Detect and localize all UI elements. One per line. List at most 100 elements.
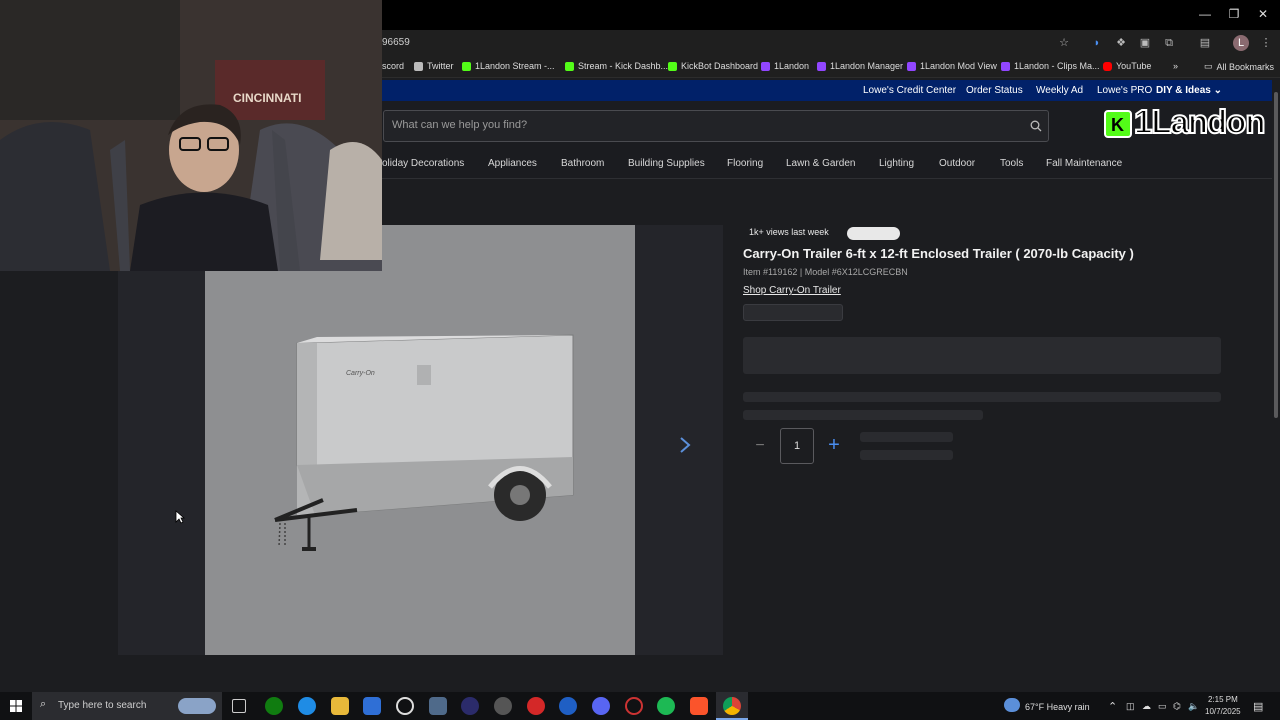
bookmark-item[interactable]: KickBot Dashboard — [668, 61, 758, 71]
side-panel-icon[interactable]: ▤ — [1197, 35, 1213, 51]
extension-icon[interactable]: ◗ — [1089, 35, 1105, 51]
bookmark-item[interactable]: 1Landon Stream -... — [462, 61, 555, 71]
bookmark-item[interactable]: 1Landon — [761, 61, 809, 71]
product-image[interactable]: Carry-On — [205, 225, 635, 655]
obs-icon[interactable] — [396, 697, 414, 715]
puzzle-icon[interactable]: ⧉ — [1161, 35, 1177, 51]
menu-icon[interactable]: ⋮ — [1258, 35, 1274, 51]
clock-date[interactable]: 10/7/2025 — [1205, 707, 1241, 716]
bookmark-item[interactable]: scord — [382, 61, 404, 71]
quantity-input[interactable]: 1 — [780, 428, 814, 464]
scrollbar-thumb[interactable] — [1274, 92, 1278, 418]
price-skeleton — [743, 337, 1221, 374]
order-status-link[interactable]: Order Status — [966, 85, 1023, 96]
chrome-taskbar-button[interactable] — [716, 692, 748, 720]
weekly-ad-link[interactable]: Weekly Ad — [1036, 85, 1083, 96]
nav-bathroom[interactable]: Bathroom — [561, 158, 604, 169]
bookmark-item[interactable]: YouTube — [1103, 61, 1151, 71]
views-badge: 1k+ views last week — [743, 225, 835, 240]
nav-lighting[interactable]: Lighting — [879, 158, 914, 169]
more-bookmarks-button[interactable]: » — [1173, 61, 1178, 71]
profile-avatar[interactable]: L — [1233, 35, 1249, 51]
twitch-icon — [761, 61, 770, 71]
calculator-icon[interactable] — [429, 697, 447, 715]
search-icon[interactable] — [1030, 120, 1042, 132]
xbox-icon[interactable] — [265, 697, 283, 715]
chevron-up-icon[interactable]: ⌃ — [1108, 700, 1117, 713]
battery-icon[interactable]: ▭ — [1158, 701, 1167, 712]
nav-holiday-decorations[interactable]: oliday Decorations — [382, 158, 464, 169]
network-icon[interactable]: ⌬ — [1173, 701, 1181, 712]
task-view-icon[interactable] — [232, 699, 246, 713]
media-player-icon[interactable] — [461, 697, 479, 715]
nav-appliances[interactable]: Appliances — [488, 158, 537, 169]
text-skeleton — [860, 450, 953, 460]
webcam-overlay: CINCINNATI — [0, 0, 382, 271]
file-explorer-icon[interactable] — [331, 697, 349, 715]
credit-center-link[interactable]: Lowe's Credit Center — [863, 85, 956, 96]
settings-icon[interactable] — [494, 697, 512, 715]
chevron-down-icon: ⌄ — [1213, 85, 1223, 96]
bookmark-label: 1Landon Stream -... — [475, 61, 555, 71]
bookmark-star-icon[interactable]: ☆ — [1056, 35, 1072, 51]
volume-icon[interactable]: 🔈 — [1188, 701, 1199, 712]
bookmark-item[interactable]: Stream - Kick Dashb... — [565, 61, 668, 71]
windows-start-icon[interactable] — [10, 700, 22, 712]
lowes-pro-link[interactable]: Lowe's PRO — [1097, 85, 1152, 96]
spotify-icon[interactable] — [657, 697, 675, 715]
bookmark-item[interactable]: 1Landon Manager — [817, 61, 903, 71]
edge-icon[interactable] — [298, 697, 316, 715]
product-title: Carry-On Trailer 6-ft x 12-ft Enclosed T… — [743, 246, 1134, 261]
extension-icon[interactable]: ❖ — [1113, 35, 1129, 51]
restore-icon[interactable]: ❐ — [1224, 6, 1244, 22]
clock-time[interactable]: 2:15 PM — [1208, 695, 1238, 704]
taskbar-search-placeholder: Type here to search — [58, 700, 147, 711]
bookmark-item[interactable]: 1Landon - Clips Ma... — [1001, 61, 1100, 71]
trailer-image: Carry-On — [274, 334, 574, 551]
bookmark-item[interactable]: 1Landon Mod View — [907, 61, 997, 71]
url-text[interactable]: 96659 — [382, 37, 410, 48]
minimize-icon[interactable]: — — [1195, 6, 1215, 22]
nav-building-supplies[interactable]: Building Supplies — [628, 158, 705, 169]
stream-logo-text: 1Landon — [1133, 102, 1266, 141]
webcam-feed: CINCINNATI — [0, 0, 382, 271]
kick-icon — [668, 61, 677, 71]
nav-outdoor[interactable]: Outdoor — [939, 158, 975, 169]
chevron-right-icon[interactable] — [679, 436, 691, 454]
shop-brand-link[interactable]: Shop Carry-On Trailer — [743, 285, 841, 296]
nav-flooring[interactable]: Flooring — [727, 158, 763, 169]
nav-tools[interactable]: Tools — [1000, 158, 1023, 169]
taskbar-search[interactable]: ⌕ Type here to search — [32, 692, 222, 720]
quantity-decrease-button[interactable]: − — [752, 438, 768, 454]
weather-text[interactable]: 67°F Heavy rain — [1025, 702, 1090, 712]
store-icon[interactable] — [363, 697, 381, 715]
diy-ideas-link[interactable]: DIY & Ideas ⌄ — [1156, 85, 1222, 96]
app-icon[interactable] — [559, 697, 577, 715]
app-icon[interactable] — [625, 697, 643, 715]
notification-icon[interactable]: ▤ — [1253, 700, 1263, 713]
nav-lawn-garden[interactable]: Lawn & Garden — [786, 158, 856, 169]
all-bookmarks-label: All Bookmarks — [1216, 61, 1275, 72]
rating-skeleton — [743, 304, 843, 321]
all-bookmarks-button[interactable]: ▭ All Bookmarks — [1204, 61, 1274, 72]
extension-icon[interactable]: ▣ — [1137, 35, 1153, 51]
trailer-brand-text: Carry-On — [346, 370, 375, 377]
cloud-icon[interactable]: ☁ — [1142, 701, 1151, 712]
bookmark-item[interactable]: Twitter — [414, 61, 454, 71]
twitch-icon — [907, 61, 916, 71]
twitch-icon — [817, 61, 826, 71]
app-icon[interactable] — [527, 697, 545, 715]
search-input[interactable] — [392, 119, 992, 131]
bookmark-label: Twitter — [427, 61, 454, 71]
close-icon[interactable]: ✕ — [1253, 6, 1273, 22]
search-box[interactable] — [383, 110, 1049, 142]
quantity-increase-button[interactable]: + — [826, 435, 842, 455]
brave-icon[interactable] — [690, 697, 708, 715]
bookmark-label: 1Landon — [774, 61, 810, 71]
weather-icon[interactable] — [1004, 698, 1020, 712]
nav-fall-maintenance[interactable]: Fall Maintenance — [1046, 158, 1122, 169]
tray-icon[interactable]: ◫ — [1126, 701, 1135, 712]
discord-icon[interactable] — [592, 697, 610, 715]
bookmark-label: scord — [382, 61, 405, 71]
twitch-icon — [1001, 61, 1010, 71]
